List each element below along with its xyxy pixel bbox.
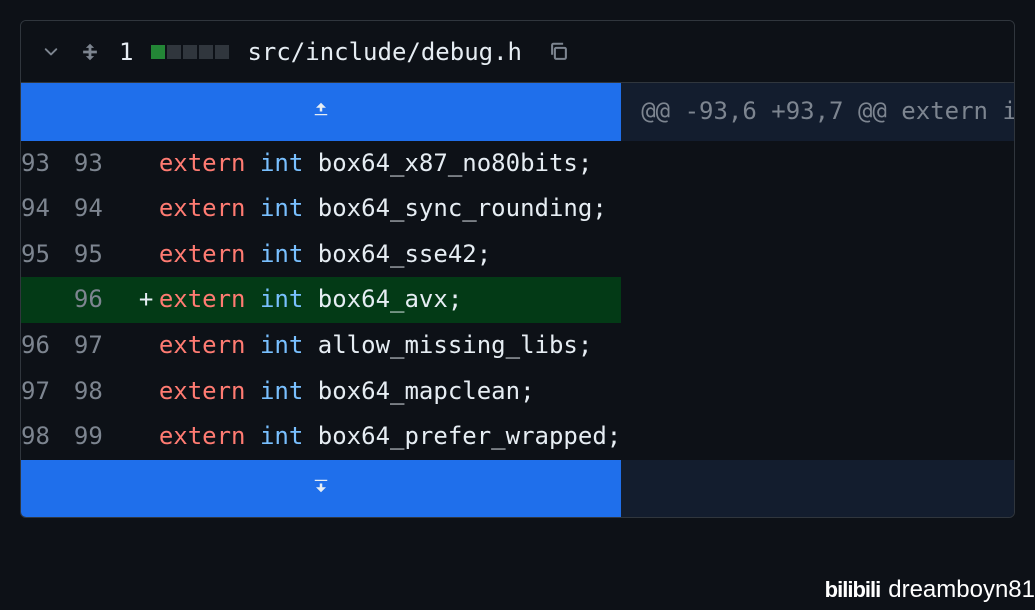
- new-line-number[interactable]: 98: [74, 369, 127, 415]
- expand-file-icon[interactable]: [79, 41, 101, 63]
- file-header: 1 src/include/debug.h: [21, 21, 1014, 83]
- diff-marker: [139, 323, 159, 369]
- keyword-int: int: [260, 285, 303, 313]
- hunk-header-text: @@ -93,6 +93,7 @@ extern int box64_sse_f…: [621, 83, 1015, 141]
- diff-stat-neutral-block: [215, 45, 229, 59]
- keyword-int: int: [260, 194, 303, 222]
- keyword-extern: extern: [159, 149, 246, 177]
- code-line-content: extern int box64_sync_rounding;: [127, 186, 621, 232]
- file-path[interactable]: src/include/debug.h: [247, 38, 522, 66]
- code-token: box64_prefer_wrapped;: [303, 422, 621, 450]
- old-line-number[interactable]: 94: [21, 186, 74, 232]
- diff-marker: [139, 141, 159, 187]
- code-token: allow_missing_libs;: [303, 331, 592, 359]
- diff-marker: +: [139, 277, 159, 323]
- diff-marker: [139, 232, 159, 278]
- code-token: box64_x87_no80bits;: [303, 149, 592, 177]
- diff-stat-neutral-block: [183, 45, 197, 59]
- bilibili-logo-icon: bilibili: [825, 577, 881, 603]
- diff-table: @@ -93,6 +93,7 @@ extern int box64_sse_f…: [21, 83, 1015, 517]
- code-token: [246, 422, 260, 450]
- diff-marker: [139, 414, 159, 460]
- code-line-content: extern int box64_sse42;: [127, 232, 621, 278]
- old-line-number[interactable]: 95: [21, 232, 74, 278]
- keyword-extern: extern: [159, 422, 246, 450]
- diff-change-count: 1: [119, 38, 133, 66]
- code-token: [246, 377, 260, 405]
- keyword-extern: extern: [159, 240, 246, 268]
- keyword-int: int: [260, 422, 303, 450]
- code-token: box64_mapclean;: [303, 377, 534, 405]
- diff-stat-neutral-block: [167, 45, 181, 59]
- old-line-number[interactable]: 97: [21, 369, 74, 415]
- expand-up-button[interactable]: [21, 83, 621, 141]
- diff-marker: [139, 186, 159, 232]
- code-line-content: extern int box64_x87_no80bits;: [127, 141, 621, 187]
- diff-line-context: 9697 extern int allow_missing_libs;: [21, 323, 621, 369]
- diff-line-context: 9899 extern int box64_prefer_wrapped;: [21, 414, 621, 460]
- expand-down-icon: [21, 476, 621, 496]
- keyword-int: int: [260, 331, 303, 359]
- expand-down-button[interactable]: [21, 460, 621, 518]
- diff-line-added: 96+extern int box64_avx;: [21, 277, 621, 323]
- code-line-content: extern int box64_prefer_wrapped;: [127, 414, 621, 460]
- keyword-int: int: [260, 240, 303, 268]
- code-token: box64_sse42;: [303, 240, 491, 268]
- keyword-extern: extern: [159, 331, 246, 359]
- diff-file-container: 1 src/include/debug.h @@ -93,6 +93,7 @@ …: [20, 20, 1015, 518]
- code-token: box64_sync_rounding;: [303, 194, 606, 222]
- keyword-int: int: [260, 377, 303, 405]
- diff-line-context: 9595 extern int box64_sse42;: [21, 232, 621, 278]
- watermark-user: dreamboyn81: [888, 576, 1035, 604]
- diff-line-context: 9494 extern int box64_sync_rounding;: [21, 186, 621, 232]
- old-line-number[interactable]: [21, 277, 74, 323]
- code-token: box64_avx;: [303, 285, 462, 313]
- diff-stat-neutral-block: [199, 45, 213, 59]
- code-token: [246, 149, 260, 177]
- keyword-extern: extern: [159, 285, 246, 313]
- old-line-number[interactable]: 98: [21, 414, 74, 460]
- code-token: [246, 331, 260, 359]
- new-line-number[interactable]: 96: [74, 277, 127, 323]
- diff-stat-added-block: [151, 45, 165, 59]
- watermark: bilibili dreamboyn81: [825, 576, 1035, 604]
- code-token: [246, 194, 260, 222]
- expand-context-row: @@ -93,6 +93,7 @@ extern int box64_sse_f…: [21, 83, 1015, 141]
- hunk-footer-text: [621, 460, 1015, 518]
- expand-context-row: [21, 460, 1015, 518]
- code-token: [246, 240, 260, 268]
- code-line-content: extern int allow_missing_libs;: [127, 323, 621, 369]
- old-line-number[interactable]: 96: [21, 323, 74, 369]
- new-line-number[interactable]: 95: [74, 232, 127, 278]
- diff-line-context: 9393 extern int box64_x87_no80bits;: [21, 141, 621, 187]
- diff-stat-blocks: [151, 45, 229, 59]
- collapse-chevron-icon[interactable]: [41, 42, 61, 62]
- code-line-content: +extern int box64_avx;: [127, 277, 621, 323]
- code-token: [246, 285, 260, 313]
- keyword-int: int: [260, 149, 303, 177]
- keyword-extern: extern: [159, 194, 246, 222]
- copy-path-icon[interactable]: [548, 41, 570, 63]
- keyword-extern: extern: [159, 377, 246, 405]
- new-line-number[interactable]: 99: [74, 414, 127, 460]
- new-line-number[interactable]: 97: [74, 323, 127, 369]
- code-line-content: extern int box64_mapclean;: [127, 369, 621, 415]
- expand-up-icon: [21, 99, 621, 119]
- new-line-number[interactable]: 93: [74, 141, 127, 187]
- diff-line-context: 9798 extern int box64_mapclean;: [21, 369, 621, 415]
- old-line-number[interactable]: 93: [21, 141, 74, 187]
- diff-marker: [139, 369, 159, 415]
- new-line-number[interactable]: 94: [74, 186, 127, 232]
